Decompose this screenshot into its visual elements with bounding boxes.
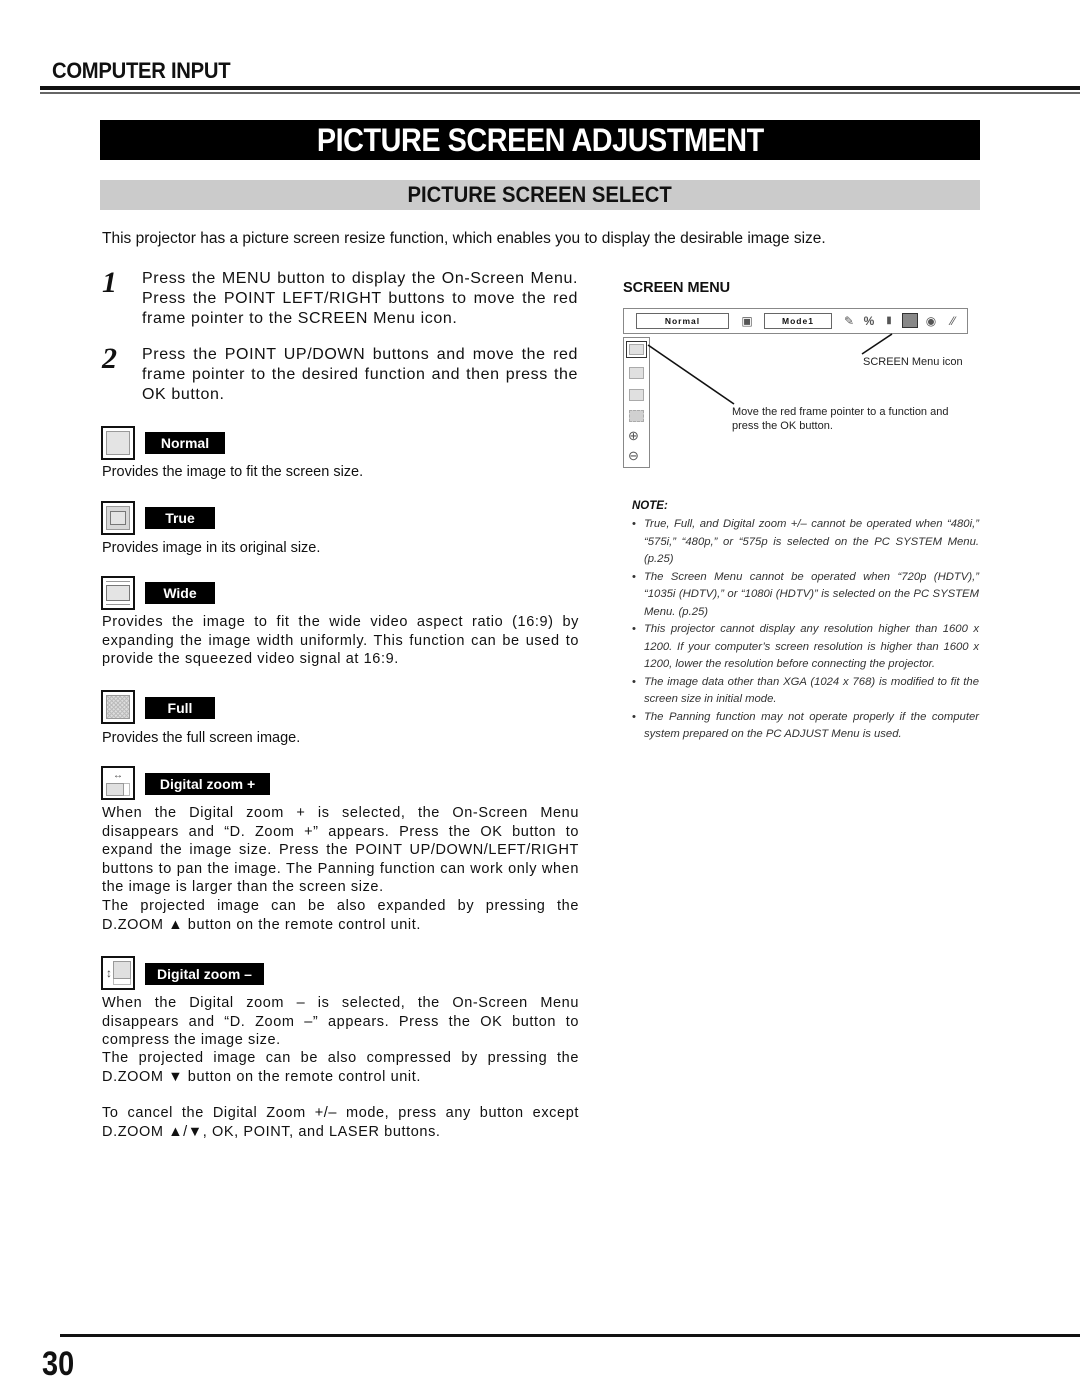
option-extra-description: The projected image can be also compress… [102,1050,579,1085]
option-label-wide: Wide [145,582,215,604]
note-list: True, Full, and Digital zoom +/– cannot … [632,516,979,744]
header-rule [40,86,1080,90]
step-number: 1 [102,266,117,299]
option-description: Provides the image to fit the screen siz… [102,464,364,480]
zoom-in-icon: ⊕ [628,428,639,443]
option-label-true: True [145,507,215,529]
icon-callout-line [861,333,893,355]
digital-zoom-plus-icon: ↔ [101,766,135,800]
pointer-caption: Move the red frame pointer to a function… [732,406,949,432]
note-item: This projector cannot display any resolu… [632,621,979,674]
option-description: Provides the image to fit the wide video… [102,614,579,668]
pointer-callout-line [647,344,735,405]
option-description: Provides the full screen image. [102,730,301,746]
option-label-normal: Normal [145,432,225,454]
option-extra-description: The projected image can be also expanded… [102,898,579,933]
note-item: The image data other than XGA (1024 x 76… [632,674,979,709]
option-label-full: Full [145,697,215,719]
option-label-digital-zoom-plus: Digital zoom + [145,773,270,795]
note-item: True, Full, and Digital zoom +/– cannot … [632,516,979,569]
screen-menu-icon-caption: SCREEN Menu icon [863,356,963,368]
section-heading: COMPUTER INPUT [52,58,231,83]
page-number: 30 [42,1345,75,1383]
cancel-note: To cancel the Digital Zoom +/– mode, pre… [102,1105,579,1140]
option-description: When the Digital zoom + is selected, the… [102,805,579,896]
header-rule-thin [40,92,1080,94]
page-title-text: PICTURE SCREEN ADJUSTMENT [316,121,764,158]
option-description: When the Digital zoom – is selected, the… [102,995,579,1049]
step-number: 2 [102,342,117,375]
step-text: Press the MENU button to display the On-… [142,270,578,327]
screen-menu-title: SCREEN MENU [623,280,731,296]
section-subtitle: PICTURE SCREEN SELECT [100,180,980,210]
digital-zoom-minus-icon: ↕ [101,956,135,990]
note-title: NOTE: [632,500,668,512]
note-item: The Screen Menu cannot be operated when … [632,569,979,622]
section-subtitle-text: PICTURE SCREEN SELECT [407,182,673,207]
normal-screen-icon [101,426,135,460]
step-text: Press the POINT UP/DOWN buttons and move… [142,346,578,403]
option-label-digital-zoom-minus: Digital zoom – [145,963,264,985]
footer-rule [60,1334,1080,1337]
true-screen-icon [101,501,135,535]
full-screen-icon [101,690,135,724]
note-item: The Panning function may not operate pro… [632,709,979,744]
page-title: PICTURE SCREEN ADJUSTMENT [100,120,980,160]
intro-text: This projector has a picture screen resi… [102,230,826,247]
option-description: Provides image in its original size. [102,540,321,556]
zoom-out-icon: ⊖ [628,448,639,463]
wide-screen-icon [101,576,135,610]
